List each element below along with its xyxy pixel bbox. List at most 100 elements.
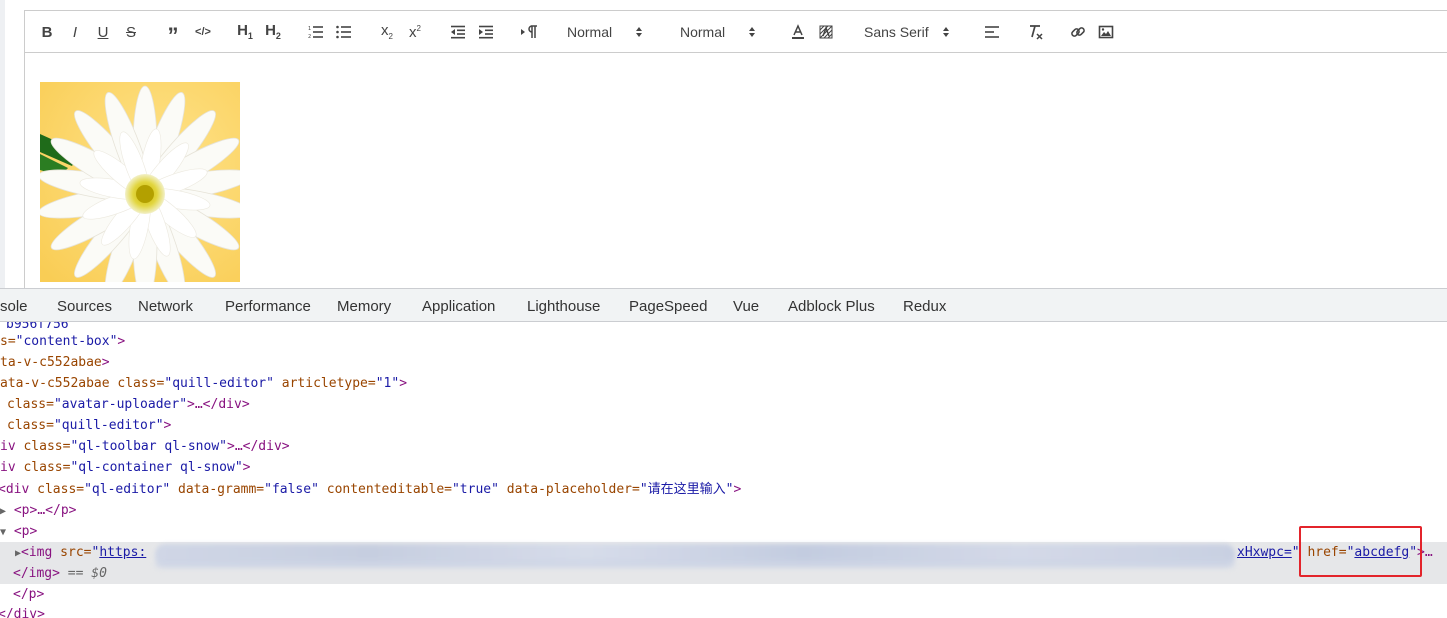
redacted-url-blur <box>155 560 1235 568</box>
devtools-panel: sole Sources Network Performance Memory … <box>0 288 1447 618</box>
tab-application[interactable]: Application <box>422 298 495 315</box>
daisy-flower-image <box>40 82 240 282</box>
code-icon: </> <box>195 25 211 38</box>
attr-name: s= <box>0 334 16 349</box>
attr-value: "avatar-uploader" <box>53 397 188 412</box>
collapsed-children: >…</div> <box>187 397 250 412</box>
underline-icon: U <box>97 23 109 41</box>
dom-line[interactable]: iv class="ql-container ql-snow"> <box>0 457 250 478</box>
dom-line[interactable]: </div> <box>0 604 45 618</box>
attr-name: data-gramm= <box>178 482 265 497</box>
dom-line[interactable]: class="quill-editor"> <box>7 415 171 436</box>
blockquote-icon: ” <box>167 23 179 48</box>
attr-name: class= <box>23 439 71 454</box>
size-picker-label: Normal <box>680 24 726 40</box>
size-picker[interactable]: Normal <box>680 19 756 45</box>
src-link-tail[interactable]: xHxwpc= <box>1237 545 1292 560</box>
dom-line[interactable]: ata-v-c552abae class="quill-editor" arti… <box>0 373 407 394</box>
subscript-button[interactable]: x2 <box>377 19 397 45</box>
dom-line[interactable]: s="content-box"> <box>0 331 125 352</box>
tab-console[interactable]: sole <box>0 298 28 315</box>
text-direction-button[interactable] <box>519 19 539 45</box>
attr-name: data-placeholder= <box>506 482 640 497</box>
link-button[interactable] <box>1069 19 1087 45</box>
dom-line[interactable]: <div class="ql-editor" data-gramm="false… <box>0 479 741 500</box>
tab-memory[interactable]: Memory <box>337 298 391 315</box>
elements-dom-tree: b956f756 s="content-box"> ta-v-c552abae>… <box>0 322 1447 618</box>
collapse-triangle-icon[interactable]: ▼ <box>0 527 6 538</box>
attr-name: class= <box>37 482 85 497</box>
attr-name: class= <box>117 376 165 391</box>
italic-button[interactable]: I <box>67 19 83 45</box>
selected-img-line[interactable]: ▶<img src="https: <box>15 542 146 563</box>
header-picker[interactable]: Normal <box>567 19 643 45</box>
clear-format-icon <box>1030 25 1043 40</box>
tag-name: div <box>5 482 30 497</box>
attr-name: class= <box>7 397 54 412</box>
attr-value: "quill-editor" <box>53 418 164 433</box>
src-link[interactable]: https: <box>99 545 146 560</box>
blockquote-button[interactable]: ” <box>165 19 181 48</box>
tab-performance[interactable]: Performance <box>225 298 311 315</box>
dom-line[interactable]: ta-v-c552abae> <box>0 352 110 373</box>
strike-button[interactable]: S <box>123 19 139 45</box>
font-picker[interactable]: Sans Serif <box>864 19 949 45</box>
tag-name: <p> <box>13 524 38 539</box>
text-color-icon <box>792 24 804 39</box>
header2-button[interactable]: H2 <box>263 19 283 45</box>
align-button[interactable] <box>983 19 1001 45</box>
tab-redux[interactable]: Redux <box>903 298 946 315</box>
align-left-icon <box>985 26 999 38</box>
dom-line[interactable]: </img> == $0 <box>13 563 107 584</box>
tab-adblock-plus[interactable]: Adblock Plus <box>788 298 875 315</box>
attr-value: "1" <box>375 376 400 391</box>
dom-line[interactable]: ▶ <p>…</p> <box>0 500 76 521</box>
underline-button[interactable]: U <box>95 19 111 45</box>
h2-icon: H2 <box>265 23 281 41</box>
image-icon <box>1098 25 1114 39</box>
strike-icon: S <box>125 23 136 41</box>
background-color-icon <box>819 25 833 39</box>
text-color-button[interactable] <box>789 19 807 45</box>
subscript-icon: x2 <box>381 23 393 41</box>
superscript-button[interactable]: x2 <box>405 19 425 45</box>
attr-name: ta-v-c552abae <box>0 355 102 370</box>
background-color-button[interactable] <box>817 19 835 45</box>
svg-text:1: 1 <box>308 26 311 32</box>
page-left-gutter <box>0 0 5 288</box>
dom-line[interactable]: iv class="ql-toolbar ql-snow">…</div> <box>0 436 290 457</box>
indent-button[interactable] <box>477 19 495 45</box>
bold-icon: B <box>41 23 53 41</box>
attr-name: class= <box>7 418 54 433</box>
tab-lighthouse[interactable]: Lighthouse <box>527 298 600 315</box>
collapsed-children: >…</div> <box>227 439 290 454</box>
ordered-list-button[interactable]: 1 2 <box>307 19 325 45</box>
dom-line[interactable]: class="avatar-uploader">…</div> <box>7 394 250 415</box>
attr-name: class= <box>23 460 71 475</box>
bullet-list-button[interactable] <box>335 19 353 45</box>
inserted-image[interactable] <box>40 82 240 282</box>
tab-network[interactable]: Network <box>138 298 193 315</box>
dom-line[interactable]: ▼ <p> <box>0 521 37 542</box>
expand-triangle-icon[interactable]: ▶ <box>0 506 6 517</box>
h1-icon: H1 <box>237 23 253 41</box>
console-ref: == $0 <box>67 566 107 581</box>
tab-sources[interactable]: Sources <box>57 298 112 315</box>
bold-button[interactable]: B <box>39 19 55 45</box>
image-button[interactable] <box>1097 19 1115 45</box>
outdent-button[interactable] <box>449 19 467 45</box>
code-block-button[interactable]: </> <box>193 19 213 45</box>
picker-arrows-icon <box>942 27 949 37</box>
quill-editor: B I U S ” </> H1 H2 1 2 x2 x2 Normal Nor… <box>24 10 1447 288</box>
ql-toolbar: B I U S ” </> H1 H2 1 2 x2 x2 Normal Nor… <box>25 11 1447 53</box>
h1-sub: 1 <box>247 31 253 41</box>
dom-line[interactable]: </p> <box>13 584 44 605</box>
closing-tag: </div> <box>0 607 45 618</box>
superscript-icon: x2 <box>409 24 421 40</box>
tab-pagespeed[interactable]: PageSpeed <box>629 298 707 315</box>
bullet-list-icon <box>336 25 351 39</box>
subscript-x: x <box>381 22 389 39</box>
clean-format-button[interactable] <box>1027 19 1045 45</box>
tab-vue[interactable]: Vue <box>733 298 759 315</box>
header1-button[interactable]: H1 <box>235 19 255 45</box>
